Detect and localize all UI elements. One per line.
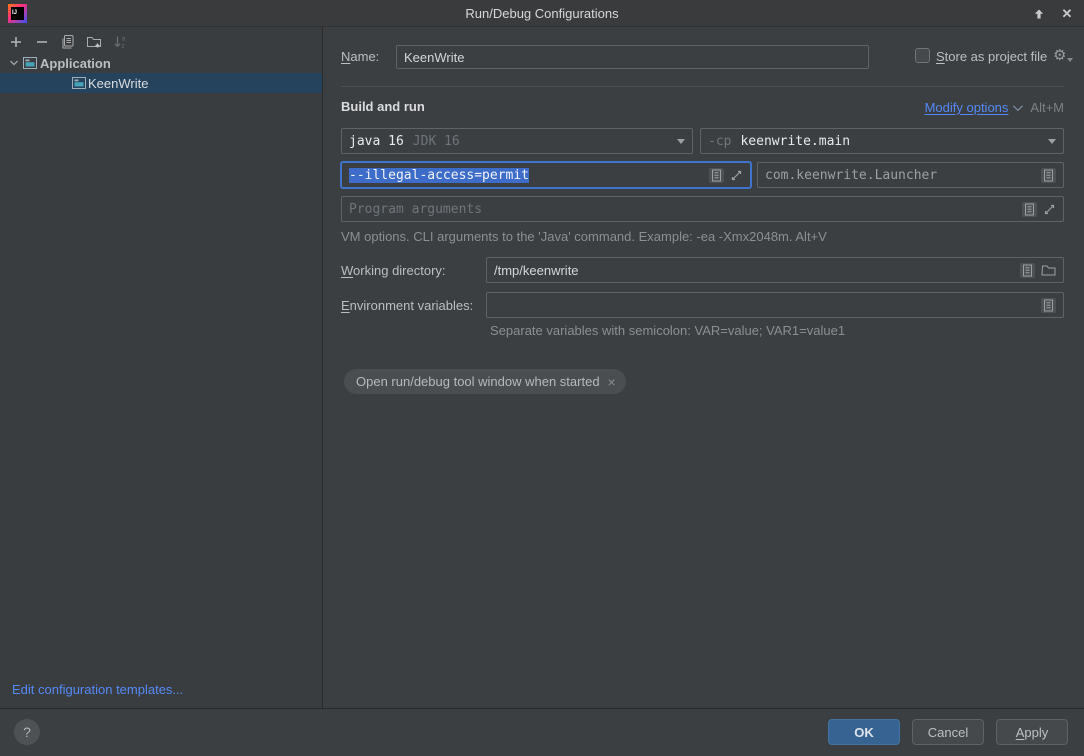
dialog-footer: ? OK Cancel Apply (0, 708, 1084, 756)
window-title: Run/Debug Configurations (465, 6, 618, 21)
environment-variables-help-text: Separate variables with semicolon: VAR=v… (490, 323, 845, 338)
open-tool-window-chip[interactable]: Open run/debug tool window when started … (344, 369, 626, 394)
expand-field-icon[interactable] (1043, 203, 1056, 216)
vm-options-field[interactable]: --illegal-access=permit (341, 162, 751, 188)
intellij-logo-icon: IJ (8, 4, 27, 23)
application-type-icon (71, 75, 87, 91)
main-class-value: com.keenwrite.Launcher (765, 168, 937, 183)
build-and-run-title: Build and run (341, 99, 425, 114)
chevron-down-icon (1013, 101, 1023, 111)
working-directory-label: Working directory: (341, 263, 446, 278)
name-label: Name: (341, 49, 379, 64)
environment-variables-field[interactable] (486, 292, 1064, 318)
titlebar: IJ Run/Debug Configurations ✕ (0, 0, 1084, 27)
new-folder-icon[interactable] (86, 34, 102, 50)
expand-field-icon[interactable] (730, 169, 743, 182)
classpath-prefix: -cp (708, 134, 731, 149)
working-directory-value: /tmp/keenwrite (494, 263, 579, 278)
dropdown-arrow-icon (1048, 139, 1056, 144)
name-value: KeenWrite (404, 50, 464, 65)
configurations-sidebar: a z Application KeenWrite Edit co (0, 27, 323, 708)
paste-list-icon[interactable] (1022, 202, 1037, 217)
environment-variables-label: Environment variables: (341, 298, 473, 313)
sidebar-toolbar: a z (0, 27, 322, 53)
store-as-project-file-label: Store as project file (936, 49, 1047, 64)
jre-value: java 16 (349, 134, 404, 149)
classpath-module-combobox[interactable]: -cp keenwrite.main (700, 128, 1064, 154)
paste-list-icon[interactable] (1020, 263, 1035, 278)
program-arguments-placeholder: Program arguments (349, 202, 482, 217)
tree-item-keenwrite[interactable]: KeenWrite (0, 73, 322, 93)
tree-group-label: Application (40, 56, 111, 71)
remove-configuration-icon[interactable] (34, 34, 50, 50)
application-type-icon (22, 55, 38, 71)
main-class-field[interactable]: com.keenwrite.Launcher (757, 162, 1064, 188)
svg-text:a: a (122, 36, 126, 43)
restore-window-icon[interactable] (1030, 5, 1048, 23)
help-button[interactable]: ? (14, 719, 40, 745)
working-directory-field[interactable]: /tmp/keenwrite (486, 257, 1064, 283)
store-as-project-file-checkbox[interactable] (915, 48, 930, 63)
chip-close-icon[interactable]: × (608, 374, 616, 390)
vm-options-value: --illegal-access=permit (349, 168, 529, 183)
vm-options-help-text: VM options. CLI arguments to the 'Java' … (341, 229, 827, 244)
name-field[interactable]: KeenWrite (396, 45, 869, 69)
classpath-value: keenwrite.main (740, 134, 850, 149)
edit-configuration-templates-link[interactable]: Edit configuration templates... (12, 682, 183, 697)
configuration-editor: Name: KeenWrite Store as project file ⚙ … (324, 27, 1084, 708)
chip-label: Open run/debug tool window when started (356, 374, 600, 389)
section-divider (341, 86, 1064, 87)
paste-list-icon[interactable] (709, 168, 724, 183)
copy-configuration-icon[interactable] (60, 34, 76, 50)
gear-icon[interactable]: ⚙ (1053, 48, 1073, 63)
svg-text:z: z (122, 43, 125, 50)
add-configuration-icon[interactable] (8, 34, 24, 50)
jre-combobox[interactable]: java 16 JDK 16 (341, 128, 693, 154)
jre-hint: JDK 16 (413, 134, 460, 149)
apply-button[interactable]: Apply (996, 719, 1068, 745)
tree-item-application[interactable]: Application (0, 53, 322, 73)
tree-item-label: KeenWrite (88, 76, 148, 91)
modify-options-shortcut: Alt+M (1030, 100, 1064, 115)
browse-folder-icon[interactable] (1041, 264, 1056, 277)
dropdown-arrow-icon (677, 139, 685, 144)
ok-button[interactable]: OK (828, 719, 900, 745)
chevron-down-icon[interactable] (6, 55, 22, 71)
paste-list-icon[interactable] (1041, 298, 1056, 313)
paste-list-icon[interactable] (1041, 168, 1056, 183)
sort-alphabetically-icon[interactable]: a z (112, 34, 128, 50)
close-icon[interactable]: ✕ (1058, 5, 1076, 23)
cancel-button[interactable]: Cancel (912, 719, 984, 745)
modify-options-link[interactable]: Modify options (925, 100, 1009, 115)
program-arguments-field[interactable]: Program arguments (341, 196, 1064, 222)
